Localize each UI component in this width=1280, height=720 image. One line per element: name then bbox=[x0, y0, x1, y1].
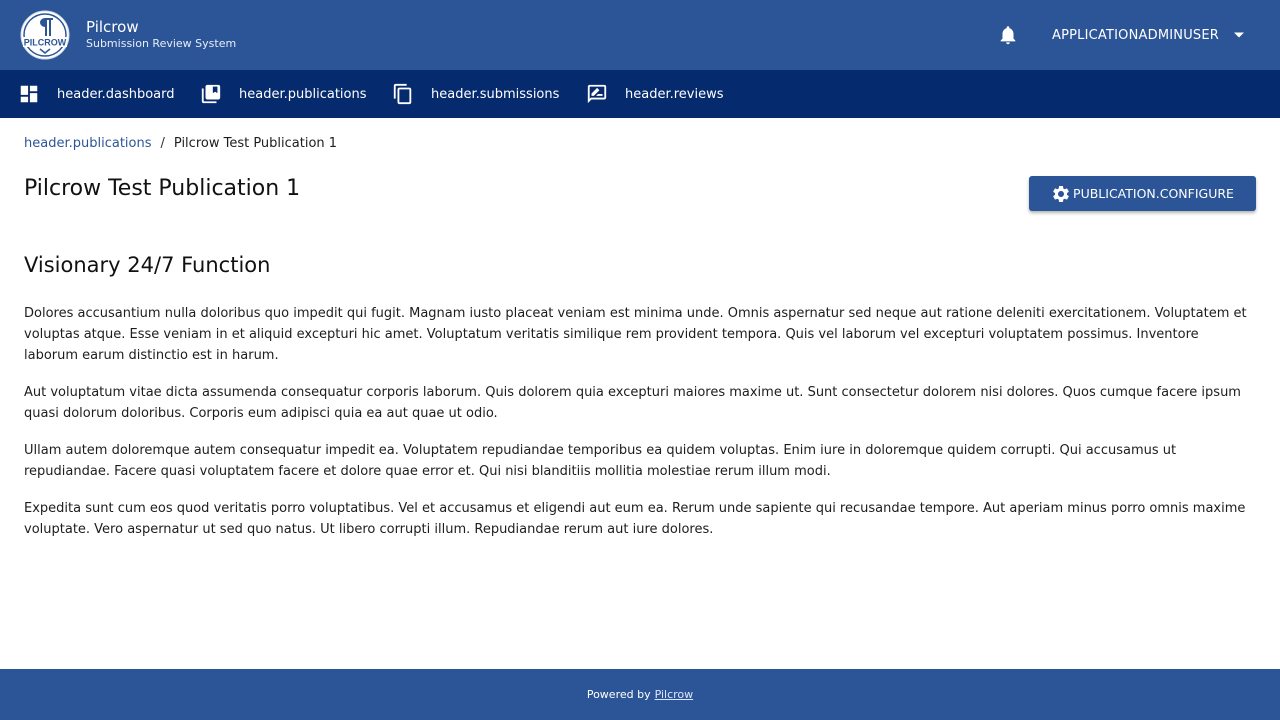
configure-button-label: PUBLICATION.CONFIGURE bbox=[1073, 186, 1234, 201]
footer: Powered by Pilcrow bbox=[0, 669, 1280, 720]
footer-pilcrow-link[interactable]: Pilcrow bbox=[655, 688, 694, 701]
dashboard-icon bbox=[20, 85, 38, 103]
breadcrumb-link-publications[interactable]: header.publications bbox=[24, 136, 152, 151]
user-menu[interactable]: APPLICATIONADMINUSER bbox=[1052, 25, 1245, 45]
app-header: PILCROW Pilcrow Submission Review System… bbox=[0, 0, 1280, 70]
nav-label-dashboard: header.dashboard bbox=[57, 86, 175, 102]
paragraph: Expedita sunt cum eos quod veritatis por… bbox=[24, 501, 1246, 537]
caret-down-icon bbox=[1234, 32, 1245, 38]
paragraph: Aut voluptatum vitae dicta assumenda con… bbox=[24, 385, 1241, 421]
nav-item-reviews[interactable]: header.reviews bbox=[586, 70, 724, 118]
paragraph: Dolores accusantium nulla doloribus quo … bbox=[24, 306, 1247, 363]
breadcrumb-current: Pilcrow Test Publication 1 bbox=[173, 136, 338, 151]
page-title: Pilcrow Test Publication 1 bbox=[24, 176, 301, 201]
nav-label-reviews: header.reviews bbox=[625, 86, 724, 102]
nav-label-publications: header.publications bbox=[239, 86, 367, 102]
bell-icon[interactable] bbox=[997, 24, 1019, 46]
user-name: APPLICATIONADMINUSER bbox=[1052, 27, 1220, 43]
copy-files-icon bbox=[393, 83, 412, 105]
gear-icon bbox=[1053, 185, 1069, 202]
breadcrumb-separator: / bbox=[160, 136, 165, 151]
pilcrow-logo[interactable]: PILCROW bbox=[18, 10, 72, 60]
brand-name: Pilcrow bbox=[86, 18, 139, 36]
brand-subtitle: Submission Review System bbox=[86, 37, 237, 50]
rate-review-icon bbox=[587, 84, 607, 104]
nav-item-submissions[interactable]: header.submissions bbox=[392, 70, 559, 118]
configure-button[interactable]: PUBLICATION.CONFIGURE bbox=[1029, 176, 1256, 211]
nav-label-submissions: header.submissions bbox=[431, 86, 560, 102]
paragraph: Ullam autem doloremque autem consequatur… bbox=[24, 443, 1177, 479]
breadcrumb: header.publications / Pilcrow Test Publi… bbox=[24, 136, 337, 151]
section-title: Visionary 24/7 Function bbox=[24, 253, 271, 277]
logo-text: PILCROW bbox=[24, 38, 67, 48]
nav-item-publications[interactable]: header.publications bbox=[200, 70, 367, 118]
footer-powered-by: Powered by bbox=[586, 688, 651, 701]
nav-item-dashboard[interactable]: header.dashboard bbox=[18, 70, 175, 118]
main-nav: header.dashboard header.publications hea… bbox=[0, 70, 1280, 118]
library-books-icon bbox=[201, 84, 221, 104]
section-content: Dolores accusantium nulla doloribus quo … bbox=[24, 303, 1256, 556]
